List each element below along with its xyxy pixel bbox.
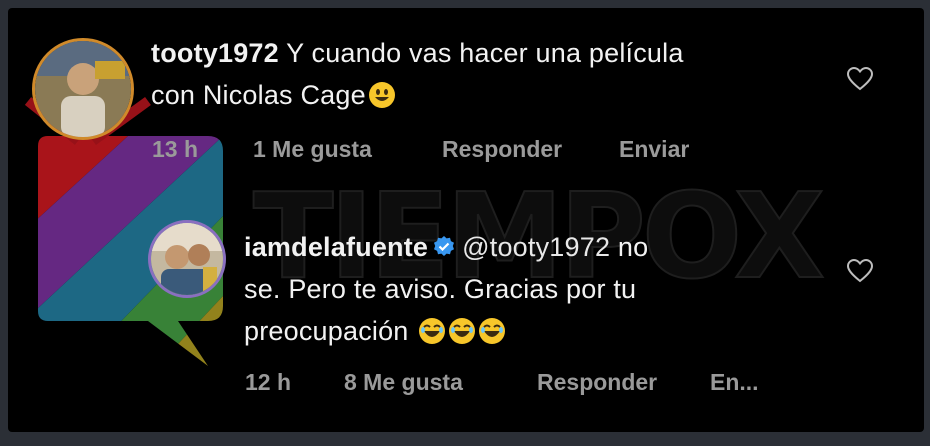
like-heart-icon[interactable] <box>846 258 874 284</box>
avatar[interactable] <box>148 220 226 298</box>
comment-body: iamdelafuente @tooty1972 no se. Pero te … <box>244 226 844 352</box>
laughing-face-icon <box>449 318 476 344</box>
laughing-face-icon <box>479 318 506 344</box>
likes-count-button[interactable]: 8 Me gusta <box>344 369 463 396</box>
comment-username[interactable]: iamdelafuente <box>244 232 428 262</box>
send-button[interactable]: En... <box>710 369 759 396</box>
comment-meta: 13 h 1 Me gusta Responder Enviar <box>152 136 752 166</box>
reply-button[interactable]: Responder <box>537 369 657 396</box>
comment-text-line: se. Pero te aviso. Gracias por tu <box>244 274 637 304</box>
comment-meta: 12 h 8 Me gusta Responder En... <box>245 369 845 399</box>
avatar-photo-icon <box>35 41 131 137</box>
comment-text-line: Y cuando vas hacer una película <box>286 38 684 68</box>
comment-text-line: no <box>617 232 649 262</box>
comment-username[interactable]: tooty1972 <box>151 38 279 68</box>
send-button[interactable]: Enviar <box>619 136 689 163</box>
laughing-face-icon <box>419 318 446 344</box>
comment-time: 12 h <box>245 369 292 395</box>
reply-button[interactable]: Responder <box>442 136 562 163</box>
comment-text-line: con Nicolas Cage <box>151 80 366 110</box>
comments-panel: TIEMPOX tooty1972 Y cuando vas hacer una… <box>8 8 924 432</box>
grinning-face-icon <box>368 82 395 108</box>
avatar-photo-icon <box>151 223 223 295</box>
mention-link[interactable]: @tooty1972 <box>462 232 610 262</box>
avatar[interactable] <box>32 38 134 140</box>
verified-badge-icon <box>434 236 455 256</box>
comment-body: tooty1972 Y cuando vas hacer una películ… <box>151 32 841 116</box>
comment-time: 13 h <box>152 136 199 162</box>
like-heart-icon[interactable] <box>846 66 874 92</box>
comment-text-line: preocupación <box>244 316 409 346</box>
likes-count-button[interactable]: 1 Me gusta <box>253 136 372 163</box>
